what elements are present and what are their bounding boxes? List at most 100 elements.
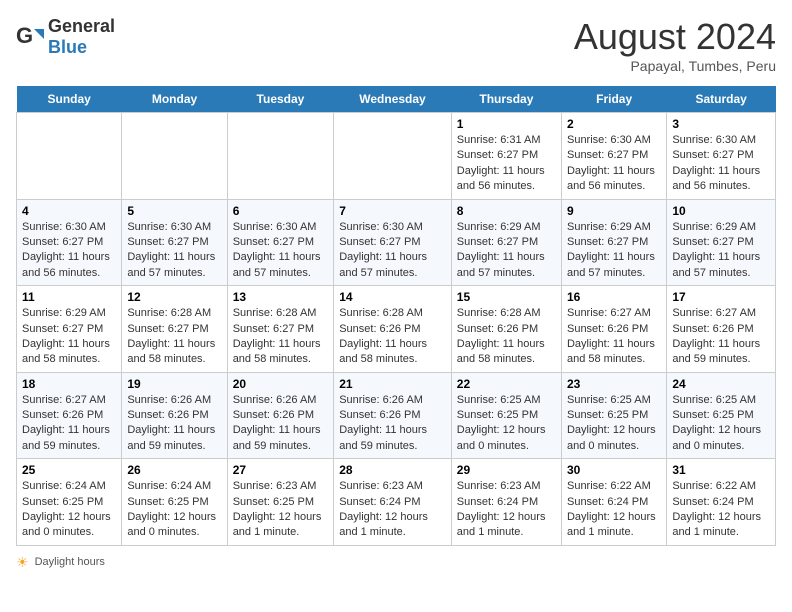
day-number: 16 — [567, 290, 661, 304]
day-number: 9 — [567, 204, 661, 218]
legend: ☀ Daylight hours — [16, 554, 776, 571]
calendar-cell: 8Sunrise: 6:29 AM Sunset: 6:27 PM Daylig… — [451, 199, 561, 286]
cell-content: Sunrise: 6:26 AM Sunset: 6:26 PM Dayligh… — [339, 393, 446, 455]
calendar-cell: 2Sunrise: 6:30 AM Sunset: 6:27 PM Daylig… — [561, 113, 666, 200]
day-number: 12 — [127, 290, 221, 304]
calendar-cell: 1Sunrise: 6:31 AM Sunset: 6:27 PM Daylig… — [451, 113, 561, 200]
day-number: 7 — [339, 204, 446, 218]
day-header-thursday: Thursday — [451, 86, 561, 113]
calendar-cell — [227, 113, 334, 200]
day-number: 21 — [339, 377, 446, 391]
day-header-wednesday: Wednesday — [334, 86, 452, 113]
calendar-cell: 9Sunrise: 6:29 AM Sunset: 6:27 PM Daylig… — [561, 199, 666, 286]
cell-content: Sunrise: 6:22 AM Sunset: 6:24 PM Dayligh… — [672, 479, 770, 541]
calendar-cell: 30 Sunrise: 6:22 AM Sunset: 6:24 PM Dayli… — [561, 459, 666, 546]
calendar-cell: 26Sunrise: 6:24 AM Sunset: 6:25 PM Dayli… — [122, 459, 227, 546]
day-number: 11 — [22, 290, 116, 304]
day-number: 10 — [672, 204, 770, 218]
page-header: G General Blue August 2024 Papayal, Tumb… — [16, 16, 776, 74]
cell-content: Sunrise: 6:23 AM Sunset: 6:24 PM Dayligh… — [339, 479, 446, 541]
cell-content: Sunrise: 6:31 AM Sunset: 6:27 PM Dayligh… — [457, 133, 556, 195]
day-number: 25 — [22, 463, 116, 477]
cell-content: Sunrise: 6:26 AM Sunset: 6:26 PM Dayligh… — [233, 393, 329, 455]
day-number: 30 — [567, 463, 661, 477]
day-number: 26 — [127, 463, 221, 477]
calendar-cell: 24 Sunrise: 6:25 AM Sunset: 6:25 PM Dayli… — [667, 372, 776, 459]
day-number: 3 — [672, 117, 770, 131]
cell-content: Sunrise: 6:25 AM Sunset: 6:25 PM Dayligh… — [672, 393, 770, 455]
cell-content: Sunrise: 6:29 AM Sunset: 6:27 PM Dayligh… — [672, 220, 770, 282]
calendar-cell: 15Sunrise: 6:28 AM Sunset: 6:26 PM Dayli… — [451, 286, 561, 373]
calendar-cell: 13 Sunrise: 6:28 AM Sunset: 6:27 PM Dayli… — [227, 286, 334, 373]
calendar-cell: 20Sunrise: 6:26 AM Sunset: 6:26 PM Dayli… — [227, 372, 334, 459]
calendar-cell: 23 Sunrise: 6:25 AM Sunset: 6:25 PM Dayli… — [561, 372, 666, 459]
calendar-cell: 5 Sunrise: 6:30 AM Sunset: 6:27 PM Daylig… — [122, 199, 227, 286]
calendar-table: SundayMondayTuesdayWednesdayThursdayFrid… — [16, 86, 776, 546]
cell-content: Sunrise: 6:29 AM Sunset: 6:27 PM Dayligh… — [457, 220, 556, 282]
day-number: 23 — [567, 377, 661, 391]
logo-blue: Blue — [48, 37, 87, 57]
calendar-cell — [334, 113, 452, 200]
cell-content: Sunrise: 6:22 AM Sunset: 6:24 PM Dayligh… — [567, 479, 661, 541]
day-number: 4 — [22, 204, 116, 218]
calendar-cell: 11 Sunrise: 6:29 AM Sunset: 6:27 PM Dayli… — [17, 286, 122, 373]
day-number: 14 — [339, 290, 446, 304]
day-number: 18 — [22, 377, 116, 391]
cell-content: Sunrise: 6:28 AM Sunset: 6:27 PM Dayligh… — [127, 306, 221, 368]
calendar-cell — [17, 113, 122, 200]
cell-content: Sunrise: 6:28 AM Sunset: 6:27 PM Dayligh… — [233, 306, 329, 368]
calendar-cell — [122, 113, 227, 200]
day-number: 6 — [233, 204, 329, 218]
calendar-title: August 2024 — [574, 16, 776, 58]
day-number: 29 — [457, 463, 556, 477]
calendar-cell: 3 Sunrise: 6:30 AM Sunset: 6:27 PM Daylig… — [667, 113, 776, 200]
cell-content: Sunrise: 6:23 AM Sunset: 6:25 PM Dayligh… — [233, 479, 329, 541]
svg-text:G: G — [16, 23, 33, 48]
calendar-cell: 7 Sunrise: 6:30 AM Sunset: 6:27 PM Daylig… — [334, 199, 452, 286]
cell-content: Sunrise: 6:28 AM Sunset: 6:26 PM Dayligh… — [339, 306, 446, 368]
calendar-cell: 28Sunrise: 6:23 AM Sunset: 6:24 PM Dayli… — [334, 459, 452, 546]
cell-content: Sunrise: 6:27 AM Sunset: 6:26 PM Dayligh… — [672, 306, 770, 368]
cell-content: Sunrise: 6:29 AM Sunset: 6:27 PM Dayligh… — [22, 306, 116, 368]
cell-content: Sunrise: 6:30 AM Sunset: 6:27 PM Dayligh… — [22, 220, 116, 282]
calendar-cell: 21 Sunrise: 6:26 AM Sunset: 6:26 PM Dayli… — [334, 372, 452, 459]
cell-content: Sunrise: 6:25 AM Sunset: 6:25 PM Dayligh… — [457, 393, 556, 455]
calendar-cell: 29Sunrise: 6:23 AM Sunset: 6:24 PM Dayli… — [451, 459, 561, 546]
logo-general: General — [48, 16, 115, 36]
calendar-cell: 31 Sunrise: 6:22 AM Sunset: 6:24 PM Dayli… — [667, 459, 776, 546]
cell-content: Sunrise: 6:27 AM Sunset: 6:26 PM Dayligh… — [22, 393, 116, 455]
day-number: 5 — [127, 204, 221, 218]
cell-content: Sunrise: 6:25 AM Sunset: 6:25 PM Dayligh… — [567, 393, 661, 455]
calendar-cell: 19 Sunrise: 6:26 AM Sunset: 6:26 PM Dayli… — [122, 372, 227, 459]
day-header-sunday: Sunday — [17, 86, 122, 113]
day-number: 24 — [672, 377, 770, 391]
day-number: 15 — [457, 290, 556, 304]
calendar-cell: 4 Sunrise: 6:30 AM Sunset: 6:27 PM Daylig… — [17, 199, 122, 286]
title-area: August 2024 Papayal, Tumbes, Peru — [574, 16, 776, 74]
cell-content: Sunrise: 6:27 AM Sunset: 6:26 PM Dayligh… — [567, 306, 661, 368]
calendar-cell: 12 Sunrise: 6:28 AM Sunset: 6:27 PM Dayli… — [122, 286, 227, 373]
logo: G General Blue — [16, 16, 115, 58]
cell-content: Sunrise: 6:30 AM Sunset: 6:27 PM Dayligh… — [127, 220, 221, 282]
day-number: 19 — [127, 377, 221, 391]
sun-icon: ☀ — [16, 554, 29, 571]
calendar-cell: 25Sunrise: 6:24 AM Sunset: 6:25 PM Dayli… — [17, 459, 122, 546]
day-header-saturday: Saturday — [667, 86, 776, 113]
cell-content: Sunrise: 6:26 AM Sunset: 6:26 PM Dayligh… — [127, 393, 221, 455]
calendar-cell: 6 Sunrise: 6:30 AM Sunset: 6:27 PM Daylig… — [227, 199, 334, 286]
calendar-cell: 10 Sunrise: 6:29 AM Sunset: 6:27 PM Dayli… — [667, 199, 776, 286]
daylight-hours-label: Daylight hours — [35, 556, 105, 568]
calendar-cell: 22 Sunrise: 6:25 AM Sunset: 6:25 PM Dayli… — [451, 372, 561, 459]
calendar-cell: 17 Sunrise: 6:27 AM Sunset: 6:26 PM Dayli… — [667, 286, 776, 373]
day-header-friday: Friday — [561, 86, 666, 113]
cell-content: Sunrise: 6:30 AM Sunset: 6:27 PM Dayligh… — [672, 133, 770, 195]
cell-content: Sunrise: 6:30 AM Sunset: 6:27 PM Dayligh… — [339, 220, 446, 282]
calendar-cell: 18 Sunrise: 6:27 AM Sunset: 6:26 PM Dayli… — [17, 372, 122, 459]
day-number: 27 — [233, 463, 329, 477]
day-number: 31 — [672, 463, 770, 477]
cell-content: Sunrise: 6:30 AM Sunset: 6:27 PM Dayligh… — [233, 220, 329, 282]
day-header-monday: Monday — [122, 86, 227, 113]
day-number: 22 — [457, 377, 556, 391]
day-number: 13 — [233, 290, 329, 304]
day-number: 17 — [672, 290, 770, 304]
